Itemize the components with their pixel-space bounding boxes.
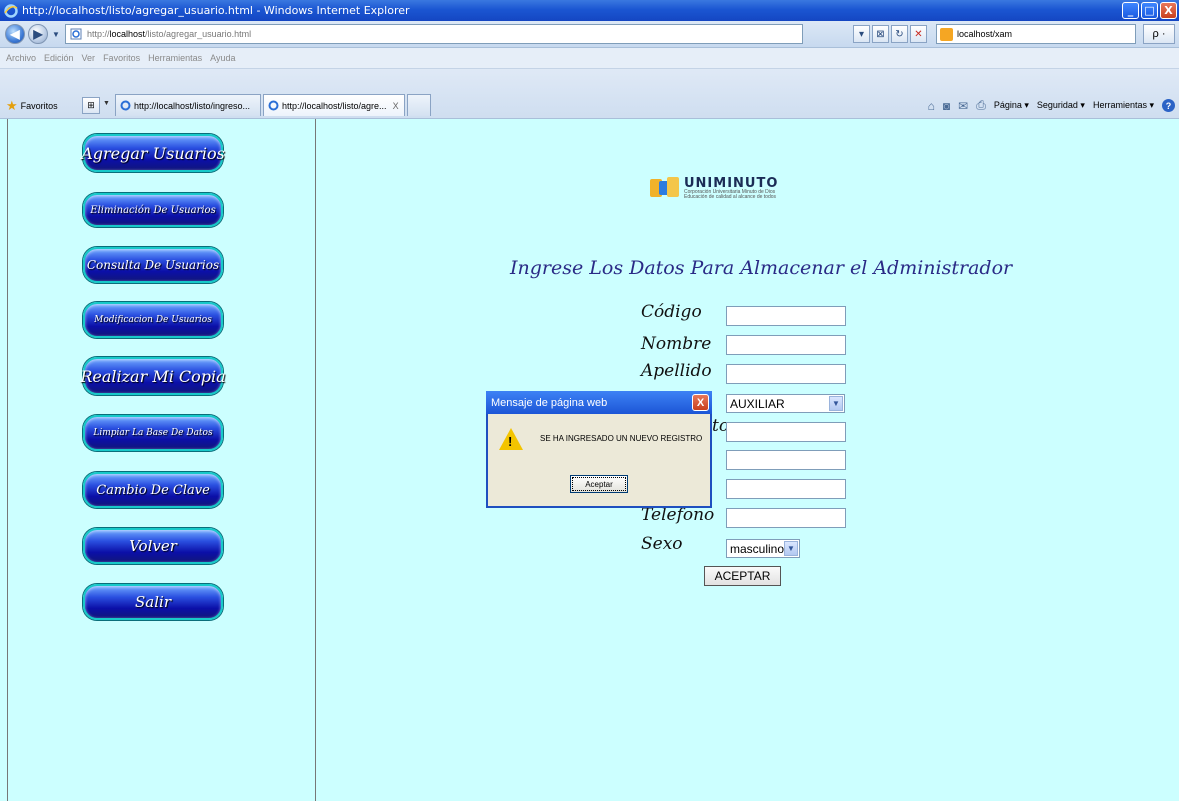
menu-herramientas[interactable]: Herramientas — [148, 53, 202, 63]
tab-list-dropdown-icon[interactable]: ▼ — [103, 100, 110, 107]
cambio-clave-button[interactable]: Cambio De Clave — [83, 472, 223, 508]
modificacion-usuarios-button[interactable]: Modificacion De Usuarios — [83, 302, 223, 338]
home-icon[interactable]: ⌂ — [928, 99, 935, 113]
favorites-button[interactable]: ★ Favoritos — [6, 98, 58, 114]
compatibility-icon[interactable]: ⊠ — [872, 25, 889, 43]
volver-button[interactable]: Volver — [83, 528, 223, 564]
nombre-input[interactable] — [726, 335, 846, 355]
page-menu[interactable]: Página ▾ — [994, 100, 1029, 111]
logo-brand: UNIMINUTO — [684, 175, 779, 191]
aceptar-submit-button[interactable]: ACEPTAR — [704, 566, 781, 586]
url-prefix: http:// — [87, 29, 110, 39]
dialog-close-button[interactable]: X — [692, 394, 709, 411]
quick-tabs-icon[interactable]: ⊞ — [82, 97, 100, 114]
warning-icon: ! — [499, 428, 523, 450]
menu-favoritos[interactable]: Favoritos — [103, 53, 140, 63]
text-input-5[interactable] — [726, 422, 846, 442]
realizar-copia-button[interactable]: Realizar Mi Copia — [80, 357, 226, 395]
url-host: localhost — [109, 29, 146, 39]
tab-agregar-usuario[interactable]: http://localhost/listo/agre... X — [263, 94, 405, 116]
menu-edicion[interactable]: Edición — [44, 53, 74, 63]
chevron-down-icon: ▼ — [829, 396, 843, 411]
logo-line-2: Educación de calidad al alcance de todos — [684, 193, 777, 200]
minimize-button[interactable]: _ — [1122, 2, 1139, 19]
forward-button[interactable]: ▶ — [28, 24, 48, 44]
telefono-label: Telefono — [641, 505, 715, 525]
forward-arrow-icon: ▶ — [33, 27, 43, 41]
window-title: http://localhost/listo/agregar_usuario.h… — [22, 4, 410, 17]
chevron-down-icon: ▼ — [784, 541, 798, 556]
stop-icon[interactable]: ✕ — [910, 25, 927, 43]
ie-page-icon — [120, 100, 131, 111]
dialog-ok-button[interactable]: Aceptar — [570, 475, 628, 493]
search-value: localhost/xam — [957, 29, 1013, 39]
menu-bar: Archivo Edición Ver Favoritos Herramient… — [0, 48, 1179, 69]
consulta-usuarios-button[interactable]: Consulta De Usuarios — [83, 247, 223, 283]
star-icon: ★ — [6, 98, 18, 113]
salir-button[interactable]: Salir — [83, 584, 223, 620]
security-menu[interactable]: Seguridad ▾ — [1037, 100, 1085, 111]
tab-ingreso[interactable]: http://localhost/listo/ingreso... — [115, 94, 261, 116]
print-icon[interactable]: ⎙ — [976, 98, 986, 113]
dialog-title: Mensaje de página web — [491, 396, 608, 409]
refresh-icon[interactable]: ↻ — [891, 25, 908, 43]
help-icon[interactable]: ? — [1162, 99, 1175, 112]
favorites-label: Favoritos — [20, 101, 58, 111]
sexo-select[interactable]: masculino ▼ — [726, 539, 800, 558]
warning-glyph: ! — [508, 434, 513, 449]
tab-label: http://localhost/listo/ingreso... — [134, 100, 251, 111]
apellido-input[interactable] — [726, 364, 846, 384]
tab-close-icon[interactable]: X — [393, 101, 399, 111]
address-toolbar: ◀ ▶ ▼ http://localhost/listo/agregar_usu… — [0, 21, 1179, 48]
form-title: Ingrese Los Datos Para Almacenar el Admi… — [510, 257, 1013, 279]
text-input-7[interactable] — [726, 479, 846, 499]
page-icon — [70, 28, 82, 40]
address-dropdown-icon[interactable]: ▾ — [853, 25, 870, 43]
menu-ver[interactable]: Ver — [82, 53, 96, 63]
ie-icon — [4, 3, 18, 18]
tab-label: http://localhost/listo/agre... — [282, 100, 387, 111]
dialog-message: SE HA INGRESADO UN NUEVO REGISTRO — [540, 434, 703, 443]
limpiar-base-datos-button[interactable]: Limpiar La Base De Datos — [83, 415, 223, 451]
nombre-label: Nombre — [641, 334, 712, 354]
dialog-titlebar: Mensaje de página web X — [486, 391, 712, 414]
back-arrow-icon: ◀ — [10, 27, 20, 41]
telefono-input[interactable] — [726, 508, 846, 528]
search-provider-icon — [940, 27, 953, 41]
history-dropdown-icon[interactable]: ▼ — [52, 30, 60, 39]
codigo-input[interactable] — [726, 306, 846, 326]
sexo-value: masculino — [730, 541, 785, 556]
text-input-6[interactable] — [726, 450, 846, 470]
codigo-label: Código — [641, 302, 702, 322]
new-tab-button[interactable] — [407, 94, 431, 116]
close-window-button[interactable]: X — [1160, 2, 1177, 19]
tools-menu[interactable]: Herramientas ▾ — [1093, 100, 1154, 111]
main-frame: UNIMINUTO Corporación Universitaria Minu… — [318, 119, 1179, 801]
uniminuto-logo: UNIMINUTO Corporación Universitaria Minu… — [650, 175, 840, 201]
feeds-icon[interactable]: ◙ — [943, 99, 950, 113]
alert-dialog: Mensaje de página web X ! SE HA INGRESAD… — [486, 391, 712, 508]
menu-archivo[interactable]: Archivo — [6, 53, 36, 63]
search-field[interactable]: localhost/xam — [936, 24, 1136, 44]
favorites-bar: ★ Favoritos ⊞ ▼ http://localhost/listo/i… — [0, 69, 1179, 119]
uniminuto-logo-icon — [650, 177, 680, 199]
url-path: /listo/agregar_usuario.html — [145, 29, 252, 39]
apellido-label: Apellido — [641, 361, 712, 381]
ie-page-icon — [268, 100, 279, 111]
eliminacion-usuarios-button[interactable]: Eliminación De Usuarios — [83, 193, 223, 227]
cargo-value: AUXILIAR — [730, 396, 785, 411]
menu-ayuda[interactable]: Ayuda — [210, 53, 235, 63]
restore-button[interactable]: □ — [1141, 2, 1158, 19]
back-button[interactable]: ◀ — [5, 24, 25, 44]
navigation-frame: Agregar Usuarios Eliminación De Usuarios… — [7, 119, 316, 801]
cargo-select[interactable]: AUXILIAR ▼ — [726, 394, 845, 413]
window-titlebar: http://localhost/listo/agregar_usuario.h… — [0, 0, 1179, 21]
url-field[interactable]: http://localhost/listo/agregar_usuario.h… — [65, 24, 803, 44]
search-button[interactable]: ρ · — [1143, 24, 1175, 44]
sexo-label: Sexo — [641, 534, 683, 554]
agregar-usuarios-button[interactable]: Agregar Usuarios — [81, 134, 225, 172]
mail-icon[interactable]: ✉ — [958, 99, 968, 113]
